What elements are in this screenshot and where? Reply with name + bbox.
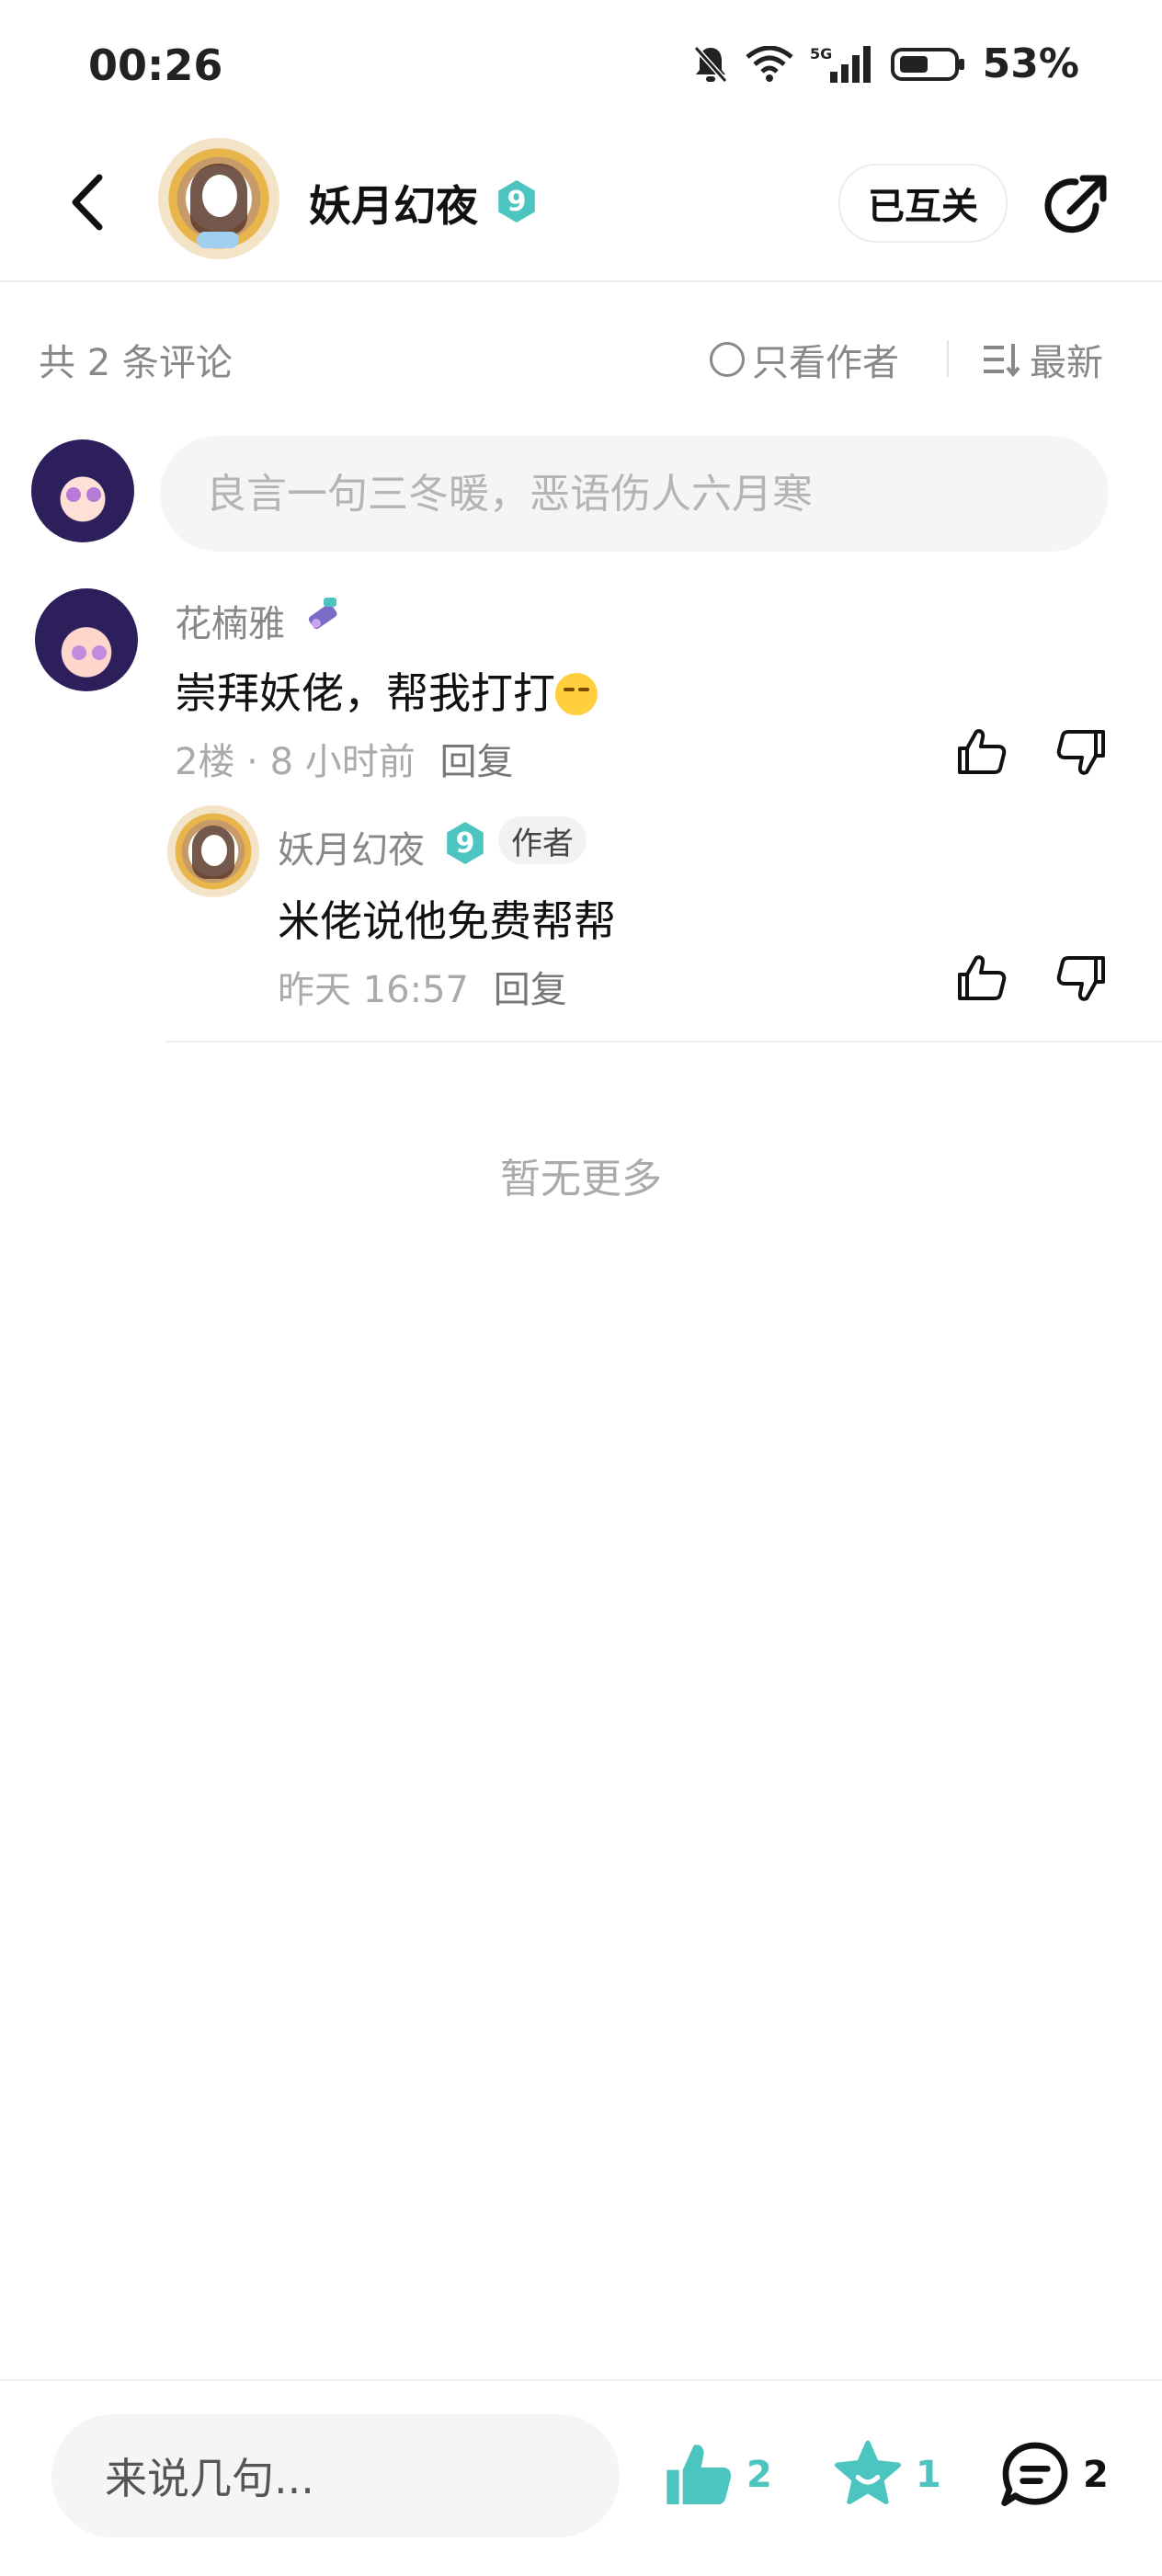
battery-percent: 53% [982, 40, 1079, 87]
reply-button[interactable]: 回复 [494, 969, 567, 1011]
favorite-button[interactable]: 1 [831, 2438, 941, 2512]
status-time: 00:26 [88, 40, 223, 90]
like-button[interactable]: 2 [662, 2438, 772, 2512]
back-button[interactable] [59, 165, 114, 239]
wifi-icon [746, 45, 793, 82]
comment-bubble-icon [1001, 2442, 1068, 2506]
comment-text: 崇拜妖佬，帮我打打 [175, 660, 598, 721]
commenter-name[interactable]: 花楠雅 [175, 594, 285, 647]
medal-icon [303, 592, 344, 633]
star-count: 1 [916, 2454, 941, 2496]
like-count: 2 [746, 2454, 772, 2496]
radio-icon [710, 342, 745, 377]
thumbs-down-button[interactable] [1054, 724, 1109, 780]
battery-icon [890, 47, 964, 81]
share-icon [1044, 175, 1107, 234]
my-avatar [31, 439, 134, 542]
status-icons: 5G 53% [692, 40, 1079, 87]
relieved-emoji-icon [555, 673, 598, 715]
author-tag: 作者 [498, 816, 587, 864]
author-only-label: 只看作者 [752, 342, 899, 384]
floor-number: 2楼 [175, 741, 235, 783]
comment-divider [165, 1041, 1162, 1043]
sort-button[interactable]: 最新 [982, 333, 1103, 386]
thumbs-up-filled-icon [666, 2445, 731, 2504]
comment-count: 共 2 条评论 [39, 342, 233, 384]
thumbs-up-icon [958, 955, 1007, 1000]
star-filled-icon [835, 2440, 901, 2504]
comment-input[interactable] [160, 436, 1109, 552]
level-badge: 9 [447, 822, 484, 864]
bottom-comment-input[interactable]: 来说几句... [51, 2414, 620, 2537]
comment-time: 8 小时前 [269, 741, 416, 783]
chevron-left-icon [72, 174, 103, 231]
author-name[interactable]: 妖月幻夜 [309, 173, 478, 234]
author-avatar[interactable] [158, 138, 279, 259]
commenter-avatar[interactable] [35, 588, 138, 691]
reply-time: 昨天 16:57 [278, 969, 469, 1011]
reply-text: 米佬说他免费帮帮 [278, 896, 616, 946]
thumbs-down-icon [1056, 730, 1105, 775]
thumbs-up-button[interactable] [954, 951, 1009, 1006]
no-more-text: 暂无更多 [500, 1156, 662, 1203]
sort-label: 最新 [1030, 342, 1103, 384]
cellular-5g-icon: 5G [810, 45, 871, 83]
follow-button[interactable]: 已互关 [838, 164, 1008, 243]
thumbs-down-button[interactable] [1054, 951, 1109, 1006]
share-button[interactable] [1039, 169, 1112, 243]
sort-icon [984, 344, 1020, 377]
divider [947, 340, 949, 377]
comment-meta: 2楼 · 8 小时前 回复 [175, 741, 514, 783]
comment-button[interactable]: 2 [998, 2438, 1109, 2512]
svg-text:5G: 5G [810, 45, 832, 63]
comment-count-bottom: 2 [1083, 2454, 1109, 2496]
thumbs-down-icon [1056, 956, 1105, 1001]
reply-meta: 昨天 16:57 回复 [278, 960, 567, 1013]
reply-button[interactable]: 回复 [440, 741, 514, 783]
author-only-toggle[interactable]: 只看作者 [710, 333, 899, 386]
thumbs-up-icon [958, 729, 1007, 774]
bell-muted-icon [693, 45, 727, 83]
thumbs-up-button[interactable] [954, 724, 1009, 780]
reply-author-avatar[interactable] [167, 805, 259, 897]
reply-author-name[interactable]: 妖月幻夜 [278, 820, 425, 873]
